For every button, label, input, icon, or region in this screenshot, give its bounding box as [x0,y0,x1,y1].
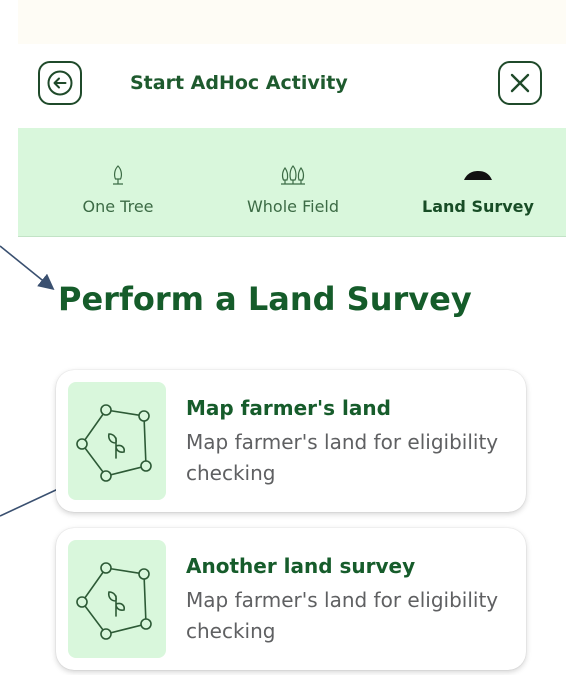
another-land-survey-card[interactable]: Another land survey Map farmer's land fo… [56,528,526,670]
card-title: Another land survey [186,554,416,578]
plot-map-icon [76,562,152,640]
annotation-arrow [0,245,55,291]
card-description: Map farmer's land for eligibility checki… [186,588,499,643]
map-farmers-land-card[interactable]: Map farmer's land Map farmer's land for … [56,370,526,512]
card-description: Map farmer's land for eligibility checki… [186,430,499,485]
card-thumbnail [68,540,166,658]
card-title: Map farmer's land [186,396,391,420]
card-thumbnail [68,382,166,500]
section-title: Perform a Land Survey [58,280,472,318]
plot-map-icon [76,404,152,482]
